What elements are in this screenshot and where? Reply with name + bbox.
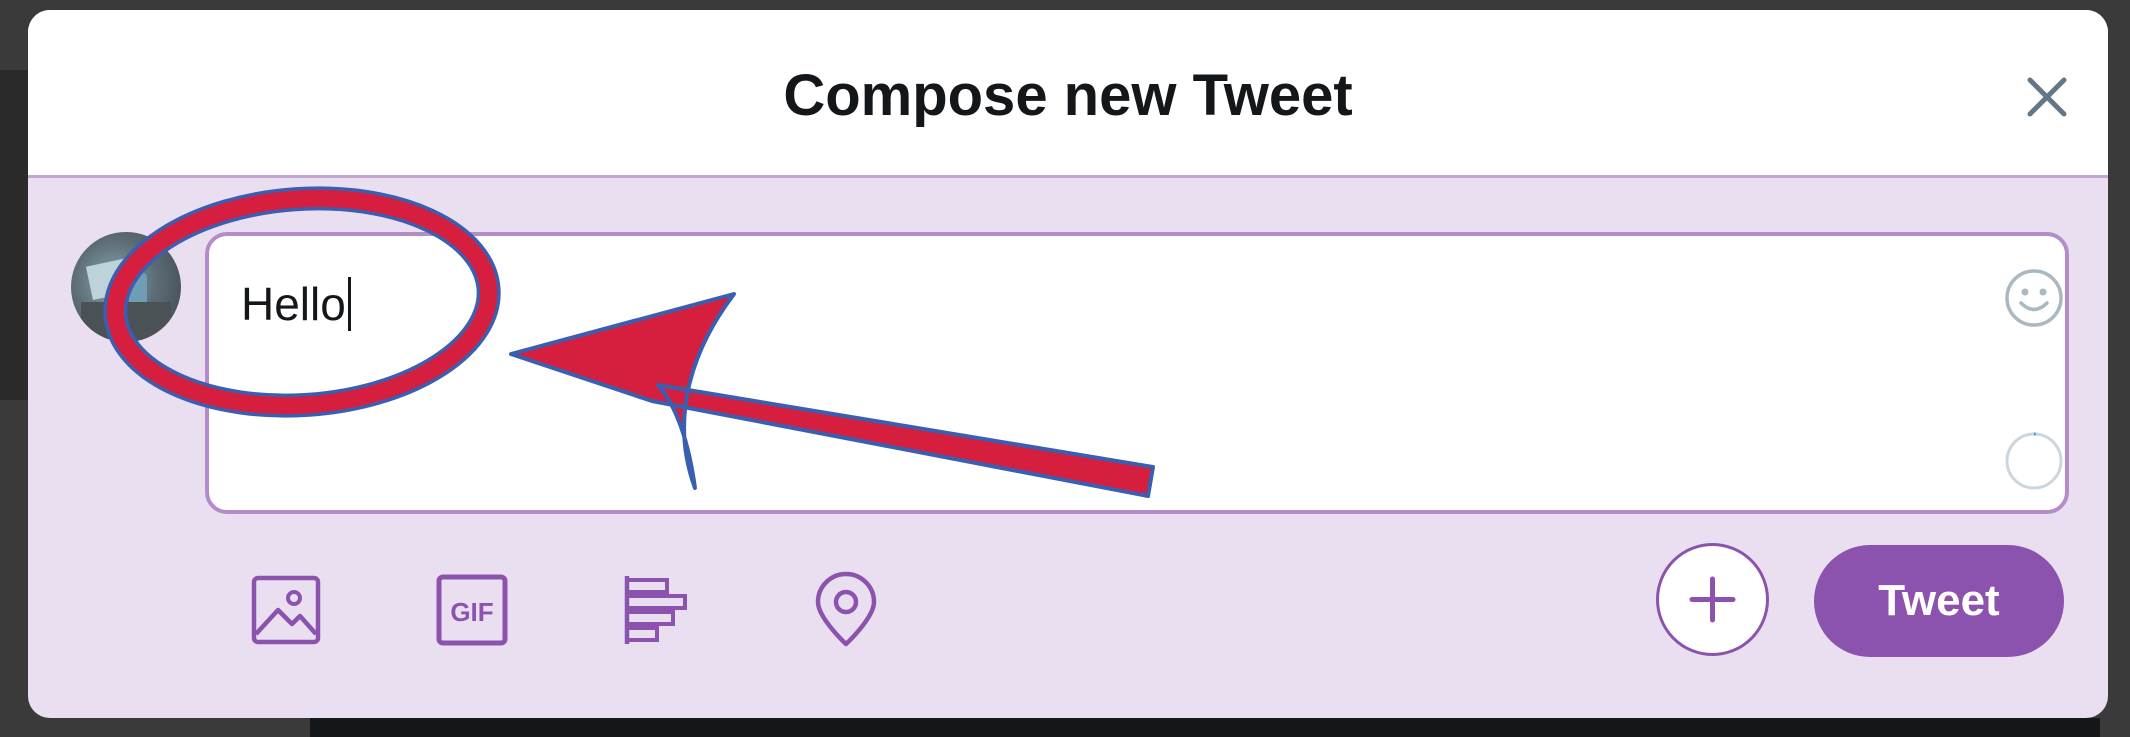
avatar[interactable] [71, 232, 181, 342]
poll-icon [624, 576, 687, 644]
close-button[interactable] [2012, 62, 2082, 132]
add-poll-button[interactable] [619, 570, 699, 650]
add-gif-button[interactable]: GIF [432, 570, 512, 650]
location-icon [815, 571, 877, 647]
plus-icon [1689, 576, 1736, 623]
text-caret [347, 276, 351, 331]
dialog-header: Compose new Tweet [28, 10, 2108, 178]
character-count-ring [2002, 429, 2066, 493]
compose-tweet-dialog: Compose new Tweet Hello GIF Tweet [28, 10, 2108, 718]
add-image-button[interactable] [246, 570, 326, 650]
tweet-text-input[interactable]: Hello [241, 274, 351, 335]
gif-label: GIF [450, 597, 493, 627]
progress-ring-icon [2005, 432, 2063, 490]
emoji-button[interactable] [2002, 266, 2066, 330]
tweet-compose-box[interactable]: Hello [205, 232, 2069, 514]
tweet-text-value: Hello [241, 278, 346, 330]
background-page-left [0, 70, 28, 400]
gif-icon: GIF [436, 574, 508, 646]
add-tweet-to-thread-button[interactable] [1656, 543, 1769, 656]
close-icon [2027, 77, 2067, 117]
background-page-bottom [310, 718, 2100, 737]
smiley-icon [2005, 269, 2063, 327]
add-location-button[interactable] [806, 570, 886, 650]
tweet-button[interactable]: Tweet [1814, 545, 2064, 657]
dialog-title: Compose new Tweet [783, 63, 1353, 128]
image-icon [251, 575, 321, 645]
